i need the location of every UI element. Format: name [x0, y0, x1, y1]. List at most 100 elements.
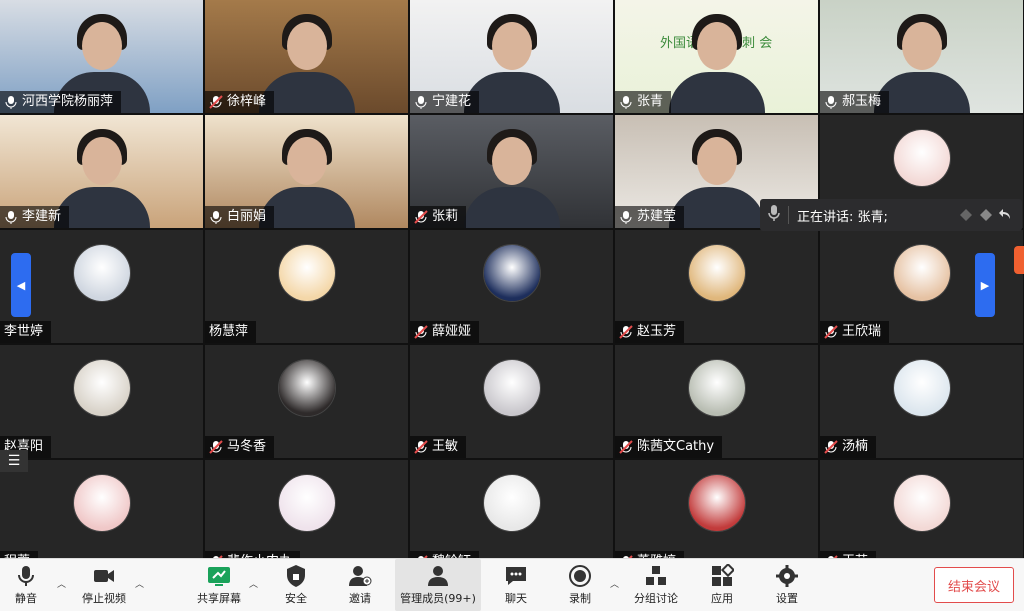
- avatar: [72, 244, 131, 302]
- breakout-label: 分组讨论: [634, 592, 678, 605]
- participant-tile[interactable]: 徐梓峰: [205, 0, 408, 113]
- avatar: [482, 244, 541, 302]
- participant-nametag: 王敏: [410, 436, 467, 458]
- participant-tile[interactable]: 董雅婷: [615, 460, 818, 558]
- active-speaker-label: 正在讲话: 张青;: [797, 209, 888, 225]
- avatar: [277, 474, 336, 532]
- people-icon: [428, 566, 448, 586]
- share-label: 共享屏幕: [197, 592, 241, 605]
- side-notification-tab[interactable]: [1014, 246, 1024, 274]
- stop-video-button[interactable]: 停止视频: [78, 559, 130, 611]
- participant-tile[interactable]: 赵玉芳: [615, 230, 818, 343]
- participant-nametag: 程蓉: [0, 551, 39, 558]
- avatar: [72, 474, 131, 532]
- next-page-button[interactable]: ▶: [975, 253, 995, 317]
- participant-nametag: 赵玉芳: [615, 321, 685, 343]
- avatar: [687, 474, 746, 532]
- active-speaker-bar: 正在讲话: 张青;: [760, 199, 1022, 231]
- security-label: 安全: [285, 592, 307, 605]
- participant-tile[interactable]: 张莉: [410, 115, 613, 228]
- record-icon: [569, 565, 591, 587]
- participant-name: 王敏: [432, 439, 459, 454]
- person-head: [81, 137, 122, 185]
- security-button[interactable]: 安全: [276, 559, 316, 611]
- participant-name: 郝玉梅: [842, 94, 882, 109]
- mic-muted-icon: [414, 325, 428, 339]
- settings-button[interactable]: 设置: [767, 559, 807, 611]
- share-screen-icon: [208, 567, 230, 586]
- participant-tile[interactable]: 陈茜文Cathy: [615, 345, 818, 458]
- participant-tile[interactable]: 汤楠: [820, 345, 1023, 458]
- participants-button[interactable]: 管理成员(99+): [395, 559, 481, 611]
- menu-list-icon[interactable]: ☰: [0, 450, 28, 472]
- participant-name: 杨慧萍: [209, 324, 249, 339]
- participant-nametag: 杨慧萍: [205, 321, 257, 343]
- participant-name: 徐梓峰: [227, 94, 267, 109]
- participant-tile[interactable]: 裴作小肉丸: [205, 460, 408, 558]
- mute-button[interactable]: 静音: [6, 559, 46, 611]
- record-label: 录制: [569, 592, 591, 605]
- participant-tile[interactable]: 杨慧萍: [205, 230, 408, 343]
- participant-nametag: 河西学院杨丽萍: [0, 91, 122, 113]
- participant-name: 马冬香: [227, 439, 267, 454]
- mic-icon: [619, 95, 633, 109]
- record-options-chevron-icon[interactable]: ︿: [610, 577, 619, 590]
- avatar: [72, 359, 131, 417]
- avatar: [277, 244, 336, 302]
- prev-page-button[interactable]: ◀: [11, 253, 31, 317]
- participant-tile[interactable]: 程蓉: [0, 460, 203, 558]
- participant-tile[interactable]: 河西学院杨丽萍: [0, 0, 203, 113]
- participant-tile[interactable]: 马冬香: [205, 345, 408, 458]
- invite-button[interactable]: 邀请: [338, 559, 382, 611]
- person-head: [286, 22, 327, 70]
- participant-name: 董雅婷: [637, 551, 676, 558]
- participant-name: 陈茜文Cathy: [637, 439, 715, 454]
- back-icon[interactable]: [998, 207, 1014, 223]
- minimize-icon[interactable]: [958, 207, 974, 223]
- record-button[interactable]: 录制: [560, 559, 600, 611]
- person-head: [696, 22, 737, 70]
- avatar: [482, 359, 541, 417]
- mute-options-chevron-icon[interactable]: ︿: [57, 577, 66, 590]
- share-screen-button[interactable]: 共享屏幕: [194, 559, 244, 611]
- chat-button[interactable]: 聊天: [494, 559, 538, 611]
- expand-icon[interactable]: [978, 207, 994, 223]
- speaker-bar-controls[interactable]: [958, 207, 1014, 223]
- participant-nametag: 郝玉梅: [820, 91, 890, 113]
- avatar: [277, 359, 336, 417]
- participant-tile[interactable]: 郝玉梅: [820, 0, 1023, 113]
- mic-icon: [824, 95, 838, 109]
- participant-nametag: 王芸: [820, 551, 877, 558]
- stop-video-label: 停止视频: [82, 592, 126, 605]
- end-meeting-button[interactable]: 结束会议: [934, 567, 1014, 603]
- mic-icon: [4, 210, 18, 224]
- participant-tile[interactable]: 外国语 考研冲刺 会张青: [615, 0, 818, 113]
- participant-tile[interactable]: 薛娅娅: [410, 230, 613, 343]
- participant-nametag: 白丽娟: [205, 206, 275, 228]
- apps-label: 应用: [711, 592, 733, 605]
- participant-name: 河西学院杨丽萍: [22, 94, 114, 109]
- apps-button[interactable]: 应用: [702, 559, 742, 611]
- participant-tile[interactable]: 魏铃钰: [410, 460, 613, 558]
- breakout-rooms-button[interactable]: 分组讨论: [630, 559, 682, 611]
- video-options-chevron-icon[interactable]: ︿: [135, 577, 144, 590]
- participant-name: 赵玉芳: [637, 324, 677, 339]
- participant-tile[interactable]: 王敏: [410, 345, 613, 458]
- microphone-icon: [18, 566, 34, 586]
- participant-tile[interactable]: 李建新: [0, 115, 203, 228]
- participant-name: 李世婷: [4, 324, 44, 339]
- participant-name: 程蓉: [4, 551, 30, 558]
- share-options-chevron-icon[interactable]: ︿: [249, 577, 258, 590]
- avatar: [892, 244, 951, 302]
- participant-nametag: 徐梓峰: [205, 91, 275, 113]
- participant-tile[interactable]: 王芸: [820, 460, 1023, 558]
- mic-muted-icon: [619, 325, 633, 339]
- participant-name: 魏铃钰: [432, 551, 471, 558]
- participant-tile[interactable]: 赵喜阳: [0, 345, 203, 458]
- participant-nametag: 马冬香: [205, 436, 275, 458]
- participant-tile[interactable]: 白丽娟: [205, 115, 408, 228]
- participant-nametag: 董雅婷: [615, 551, 685, 558]
- participant-nametag: 薛娅娅: [410, 321, 480, 343]
- person-head: [901, 22, 942, 70]
- participant-tile[interactable]: 宁建花: [410, 0, 613, 113]
